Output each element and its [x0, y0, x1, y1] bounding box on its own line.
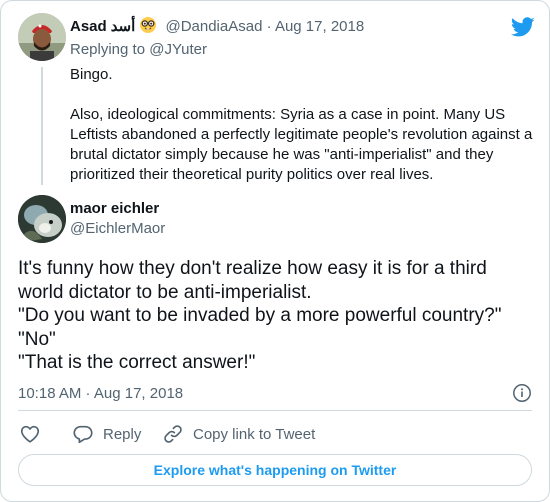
reply-bubble-icon	[72, 423, 94, 445]
parent-tweet-date[interactable]: Aug 17, 2018	[275, 18, 364, 35]
link-icon	[162, 423, 184, 445]
parent-paragraph: Bingo.	[70, 66, 113, 83]
twitter-bird-icon[interactable]	[510, 15, 535, 39]
tweet-text-line: world dictator to be anti-imperialist.	[18, 281, 312, 303]
parent-author-avatar[interactable]	[18, 13, 66, 61]
parent-paragraph: Also, ideological commitments: Syria as …	[70, 106, 533, 183]
main-author-handle[interactable]: @EichlerMaor	[70, 219, 165, 239]
main-author-name[interactable]: maor eichler	[70, 199, 159, 219]
tweet-timestamp[interactable]: 10:18 AM · Aug 17, 2018	[18, 384, 183, 404]
main-author-avatar[interactable]	[18, 195, 66, 243]
parent-tweet-header: Asad أسد @DandiaAsad · Aug 17, 2018	[70, 16, 364, 40]
parent-author-handle[interactable]: @DandiaAsad	[165, 18, 262, 35]
replying-prefix: Replying to	[70, 41, 146, 58]
thread-connector-line	[41, 67, 43, 185]
like-button[interactable]	[19, 422, 41, 446]
tweet-embed-card: Asad أسد @DandiaAsad · Aug 17, 2018 Reply…	[0, 0, 550, 502]
parent-author-name[interactable]: Asad	[70, 18, 107, 35]
copy-link-label: Copy link to Tweet	[193, 425, 316, 443]
tweet-text-line: "No"	[18, 328, 56, 350]
copy-link-button[interactable]: Copy link to Tweet	[162, 422, 315, 446]
reply-button[interactable]: Reply	[72, 422, 141, 446]
replying-to-line: Replying to @JYuter	[70, 40, 207, 60]
nerd-face-emoji-icon	[139, 16, 157, 40]
heart-icon	[19, 423, 41, 445]
explore-twitter-button[interactable]: Explore what's happening on Twitter	[18, 454, 532, 486]
header-separator: ·	[266, 18, 272, 35]
replying-to-mention[interactable]: @JYuter	[149, 41, 207, 58]
main-tweet-text: It's funny how they don't realize how ea…	[18, 257, 538, 375]
actions-divider	[18, 410, 532, 411]
tweet-text-line: "That is the correct answer!"	[18, 352, 256, 373]
parent-author-name-arabic[interactable]: أسد	[111, 18, 136, 35]
tweet-text-line: It's funny how they don't realize how ea…	[18, 258, 487, 279]
reply-label: Reply	[103, 425, 142, 443]
tweet-text-line: "Do you want to be invaded by a more pow…	[18, 305, 502, 326]
info-icon[interactable]	[512, 383, 532, 403]
parent-tweet-text: Bingo. Also, ideological commitments: Sy…	[70, 65, 540, 185]
